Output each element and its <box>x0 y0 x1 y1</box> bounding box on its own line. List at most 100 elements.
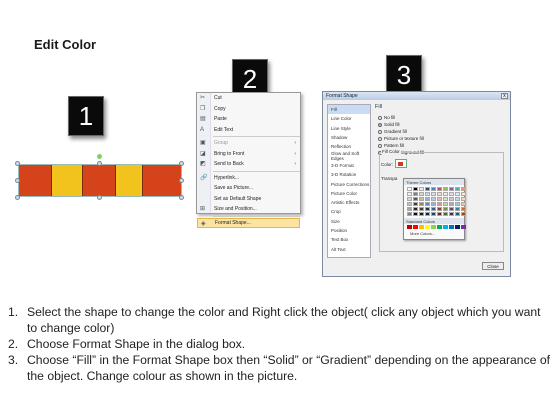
color-swatch[interactable] <box>413 207 418 211</box>
color-swatch[interactable] <box>437 207 442 211</box>
menu-item-format-shape[interactable]: ◈ Format Shape... <box>197 217 300 228</box>
color-swatch[interactable] <box>431 207 436 211</box>
color-swatch[interactable] <box>413 187 418 191</box>
color-swatch[interactable] <box>461 207 466 211</box>
menu-item-save-as-picture[interactable]: Save as Picture... <box>197 183 300 194</box>
selected-shape-bar[interactable] <box>18 164 182 197</box>
fill-option[interactable]: Gradient fill <box>375 128 507 135</box>
fill-option[interactable]: Pattern fill <box>375 142 507 149</box>
menu-item-copy[interactable]: ❐ Copy <box>197 104 300 115</box>
color-swatch[interactable] <box>461 202 466 206</box>
color-swatch[interactable] <box>443 197 448 201</box>
rotation-handle[interactable] <box>97 154 102 159</box>
color-swatch[interactable] <box>437 192 442 196</box>
shape-segment[interactable] <box>19 165 52 196</box>
color-swatch[interactable] <box>443 207 448 211</box>
color-swatch[interactable] <box>407 225 412 229</box>
color-swatch[interactable] <box>443 225 448 229</box>
dialog-nav-item[interactable]: Line Style <box>328 124 370 133</box>
color-swatch[interactable] <box>455 192 460 196</box>
color-swatch[interactable] <box>437 187 442 191</box>
color-swatch[interactable] <box>413 212 418 216</box>
menu-item-set-as-default-shape[interactable]: Set as Default Shape <box>197 194 300 205</box>
color-swatch[interactable] <box>449 225 454 229</box>
color-swatch[interactable] <box>461 225 466 229</box>
dialog-nav-item[interactable]: Crop <box>328 207 370 216</box>
color-swatch[interactable] <box>419 212 424 216</box>
color-swatch[interactable] <box>437 202 442 206</box>
color-swatch[interactable] <box>425 212 430 216</box>
color-swatch[interactable] <box>407 212 412 216</box>
radio-button[interactable] <box>378 136 382 141</box>
color-swatch[interactable] <box>455 225 460 229</box>
dialog-nav-item[interactable]: Line Color <box>328 114 370 123</box>
menu-item-cut[interactable]: ✂ Cut <box>197 93 300 104</box>
color-swatch[interactable] <box>443 202 448 206</box>
dialog-nav-item[interactable]: Text Box <box>328 235 370 244</box>
color-swatch[interactable] <box>437 225 442 229</box>
color-swatch[interactable] <box>449 212 454 216</box>
color-swatch[interactable] <box>431 197 436 201</box>
color-swatch[interactable] <box>407 207 412 211</box>
color-swatch[interactable] <box>413 225 418 229</box>
color-swatch[interactable] <box>425 202 430 206</box>
shape-segment[interactable] <box>83 165 116 196</box>
dialog-nav-item[interactable]: Glow and Soft Edges <box>328 151 370 161</box>
color-swatch[interactable] <box>419 207 424 211</box>
color-swatch[interactable] <box>425 197 430 201</box>
color-swatch[interactable] <box>425 192 430 196</box>
color-swatch[interactable] <box>455 202 460 206</box>
dialog-nav-item[interactable]: Fill <box>328 105 370 115</box>
color-swatch[interactable] <box>449 207 454 211</box>
color-swatch[interactable] <box>413 197 418 201</box>
resize-handle[interactable] <box>179 195 184 200</box>
menu-item-hyperlink[interactable]: 🔗 Hyperlink... <box>197 173 300 184</box>
color-swatch[interactable] <box>407 187 412 191</box>
shape-segment[interactable] <box>142 165 182 196</box>
color-swatch[interactable] <box>413 192 418 196</box>
dialog-nav-item[interactable]: Artistic Effects <box>328 198 370 207</box>
resize-handle[interactable] <box>15 195 20 200</box>
color-swatch[interactable] <box>461 212 466 216</box>
radio-button[interactable] <box>378 115 382 120</box>
color-swatch[interactable] <box>419 197 424 201</box>
close-button[interactable]: Close <box>482 262 504 270</box>
radio-button[interactable] <box>378 143 382 148</box>
color-swatch[interactable] <box>431 212 436 216</box>
color-swatch[interactable] <box>419 202 424 206</box>
dialog-nav-item[interactable]: Position <box>328 226 370 235</box>
color-swatch[interactable] <box>413 202 418 206</box>
color-picker-button[interactable] <box>395 159 407 168</box>
radio-button[interactable] <box>378 129 382 134</box>
fill-option[interactable]: Picture or texture fill <box>375 135 507 142</box>
color-swatch[interactable] <box>407 202 412 206</box>
color-swatch[interactable] <box>425 187 430 191</box>
color-swatch[interactable] <box>455 212 460 216</box>
dialog-close-icon[interactable]: x <box>501 93 508 99</box>
dialog-nav-item[interactable]: Picture Corrections <box>328 179 370 188</box>
menu-item-send-to-back[interactable]: ◩ Send to Back › <box>197 159 300 170</box>
color-swatch[interactable] <box>437 197 442 201</box>
color-swatch[interactable] <box>443 192 448 196</box>
color-swatch[interactable] <box>425 225 430 229</box>
color-swatch[interactable] <box>443 212 448 216</box>
color-swatch[interactable] <box>431 225 436 229</box>
dialog-nav-item[interactable]: Shadow <box>328 133 370 142</box>
menu-item-paste[interactable]: ▤ Paste <box>197 114 300 125</box>
color-swatch[interactable] <box>437 212 442 216</box>
fill-option[interactable]: Solid fill <box>375 121 507 128</box>
color-swatch[interactable] <box>455 197 460 201</box>
fill-option[interactable]: No fill <box>375 114 507 121</box>
shape-segment[interactable] <box>51 165 83 196</box>
color-swatch[interactable] <box>443 187 448 191</box>
shape-segment[interactable] <box>115 165 143 196</box>
color-swatch[interactable] <box>419 187 424 191</box>
color-swatch[interactable] <box>419 225 424 229</box>
color-swatch[interactable] <box>461 197 466 201</box>
resize-handle[interactable] <box>15 161 20 166</box>
radio-button[interactable] <box>378 122 382 127</box>
dialog-nav-item[interactable]: 3-D Format <box>328 161 370 170</box>
color-swatch[interactable] <box>455 207 460 211</box>
menu-item-group[interactable]: ▣ Group › <box>197 138 300 149</box>
resize-handle[interactable] <box>97 195 102 200</box>
